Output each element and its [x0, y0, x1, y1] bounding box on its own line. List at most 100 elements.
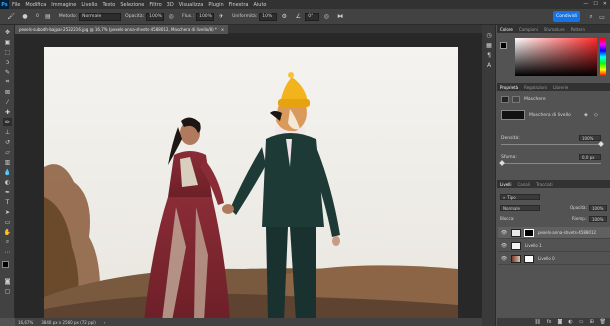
- menu-immagine[interactable]: Immagine: [51, 2, 76, 8]
- vector-mask-icon[interactable]: ◇: [594, 112, 598, 118]
- menu-3d[interactable]: 3D: [167, 2, 174, 8]
- healing-icon[interactable]: ✚: [3, 108, 12, 116]
- sfuma-slider-track[interactable]: [501, 163, 601, 164]
- maximize-button[interactable]: ☐: [593, 1, 597, 7]
- brush-tool-preset-icon[interactable]: 🖌: [7, 13, 15, 21]
- crop-icon[interactable]: ⌗: [3, 78, 12, 86]
- history-panel-icon[interactable]: ◷: [485, 31, 493, 39]
- dodge-icon[interactable]: ◐: [3, 178, 12, 186]
- screen-mode-icon[interactable]: ▢: [3, 287, 12, 295]
- document-image[interactable]: [44, 47, 458, 321]
- layer-name[interactable]: pexels-anna-shvets-4588012: [538, 230, 596, 235]
- tab-tracciati[interactable]: Tracciati: [536, 182, 553, 187]
- layer-mask-thumbnail[interactable]: [524, 254, 534, 263]
- quick-mask-icon[interactable]: ◙: [3, 277, 12, 285]
- rectangle-icon[interactable]: ▭: [3, 218, 12, 226]
- mask-select-icon[interactable]: ◈: [584, 112, 588, 118]
- type-icon[interactable]: T: [3, 198, 12, 206]
- tab-colore[interactable]: Colore: [500, 27, 513, 32]
- layer-filter-select[interactable]: ⌕ Tipo: [500, 194, 540, 200]
- tab-livelli[interactable]: Livelli: [500, 182, 512, 187]
- workspace-icon[interactable]: ▭: [598, 13, 606, 21]
- document-tab[interactable]: pexels-subodh-bajpai-2532216.jpg @ 16,7%…: [15, 25, 229, 34]
- sfuma-input[interactable]: 0,0 px: [579, 154, 601, 160]
- history-brush-icon[interactable]: ↺: [3, 138, 12, 146]
- search-icon[interactable]: ⌕: [587, 13, 595, 21]
- brush-icon[interactable]: ✏: [3, 118, 12, 126]
- zoom-level[interactable]: 16,67%: [18, 320, 33, 325]
- character-panel-icon[interactable]: A: [485, 61, 493, 69]
- hand-icon[interactable]: ✋: [3, 228, 12, 236]
- metodo-select[interactable]: Normale: [79, 12, 122, 21]
- add-mask-icon[interactable]: ◙: [557, 319, 562, 325]
- share-button[interactable]: Condividi: [553, 11, 580, 22]
- status-chevron-icon[interactable]: ›: [104, 320, 106, 325]
- gradient-icon[interactable]: ▥: [3, 158, 12, 166]
- stamp-icon[interactable]: ⊥: [3, 128, 12, 136]
- menu-testo[interactable]: Testo: [102, 2, 115, 8]
- delete-layer-icon[interactable]: 🗑: [600, 319, 606, 325]
- symmetry-icon[interactable]: ⧓: [336, 13, 344, 21]
- brush-size-preview-icon[interactable]: ●: [21, 13, 29, 21]
- mask-mode-icon[interactable]: [501, 96, 509, 103]
- artboard-icon[interactable]: ▣: [3, 38, 12, 46]
- link-layers-icon[interactable]: ⛓: [534, 319, 540, 325]
- blend-mode-select[interactable]: Normale: [500, 205, 540, 211]
- menu-visualizza[interactable]: Visualizza: [179, 2, 204, 8]
- layer-row[interactable]: 👁 pexels-anna-shvets-4588012: [498, 227, 610, 239]
- layer-name[interactable]: Livello 0: [538, 256, 555, 261]
- layer-style-icon[interactable]: fx: [547, 319, 552, 325]
- new-layer-icon[interactable]: ⊞: [589, 319, 593, 325]
- flusso-input[interactable]: 100%: [196, 12, 215, 21]
- quick-select-icon[interactable]: ✎: [3, 68, 12, 76]
- layer-name[interactable]: Livello 1: [525, 243, 542, 248]
- color-field[interactable]: [515, 38, 597, 76]
- menu-plugin[interactable]: Plugin: [208, 2, 223, 8]
- new-group-icon[interactable]: ▭: [579, 319, 584, 325]
- opacita-input[interactable]: 100%: [146, 12, 165, 21]
- angle-input[interactable]: 0°: [305, 12, 320, 21]
- layer-row[interactable]: 👁 Livello 0: [498, 253, 610, 265]
- densita-slider-handle[interactable]: [598, 141, 604, 147]
- visibility-eye-icon[interactable]: 👁: [500, 243, 508, 249]
- fill-input[interactable]: 100%: [589, 216, 607, 222]
- tab-canali[interactable]: Canali: [518, 182, 530, 187]
- visibility-eye-icon[interactable]: 👁: [500, 256, 508, 262]
- frame-icon[interactable]: ⊠: [3, 88, 12, 96]
- move-icon[interactable]: ✥: [3, 28, 12, 36]
- pressure-opacity-icon[interactable]: ◎: [167, 13, 175, 21]
- zoom-icon[interactable]: ⌕: [3, 238, 12, 246]
- tab-pattern[interactable]: Pattern: [571, 27, 585, 32]
- smoothing-settings-icon[interactable]: ⚙: [280, 13, 288, 21]
- menu-livello[interactable]: Livello: [81, 2, 97, 8]
- tab-librerie[interactable]: Librerie: [553, 85, 568, 90]
- brush-settings-icon[interactable]: ▤: [44, 13, 52, 21]
- path-select-icon[interactable]: ➤: [3, 208, 12, 216]
- densita-input[interactable]: 100%: [579, 135, 601, 141]
- minimize-button[interactable]: —: [583, 1, 588, 7]
- eyedropper-icon[interactable]: ⁄: [3, 98, 12, 106]
- marquee-icon[interactable]: ⬚: [3, 48, 12, 56]
- foreground-color-swatch[interactable]: [2, 261, 9, 268]
- visibility-eye-icon[interactable]: 👁: [500, 230, 508, 236]
- pen-icon[interactable]: ✒: [3, 188, 12, 196]
- hue-slider[interactable]: [600, 38, 606, 76]
- menu-selezione[interactable]: Selezione: [120, 2, 144, 8]
- tab-regolazioni[interactable]: Regolazioni: [524, 85, 547, 90]
- layer-mask-thumbnail[interactable]: [524, 228, 534, 237]
- eraser-icon[interactable]: ▱: [3, 148, 12, 156]
- paragraph-panel-icon[interactable]: ¶: [485, 51, 493, 59]
- airbrush-icon[interactable]: ✈: [217, 13, 225, 21]
- menu-aiuto[interactable]: Aiuto: [253, 2, 266, 8]
- document-tab-close-icon[interactable]: ×: [221, 27, 224, 32]
- close-window-button[interactable]: ✕: [603, 1, 607, 7]
- adjustment-layer-icon[interactable]: ◐: [568, 319, 572, 325]
- sfuma-slider-handle[interactable]: [499, 160, 505, 166]
- tab-sfumature[interactable]: Sfumature: [544, 27, 565, 32]
- pixel-mask-icon[interactable]: [512, 96, 520, 103]
- menu-finestra[interactable]: Finestra: [229, 2, 249, 8]
- densita-slider-track[interactable]: [501, 144, 601, 145]
- blur-icon[interactable]: 💧: [3, 168, 12, 176]
- more-icon[interactable]: ⋯: [3, 248, 12, 256]
- panel-foreground-swatch[interactable]: [500, 42, 507, 49]
